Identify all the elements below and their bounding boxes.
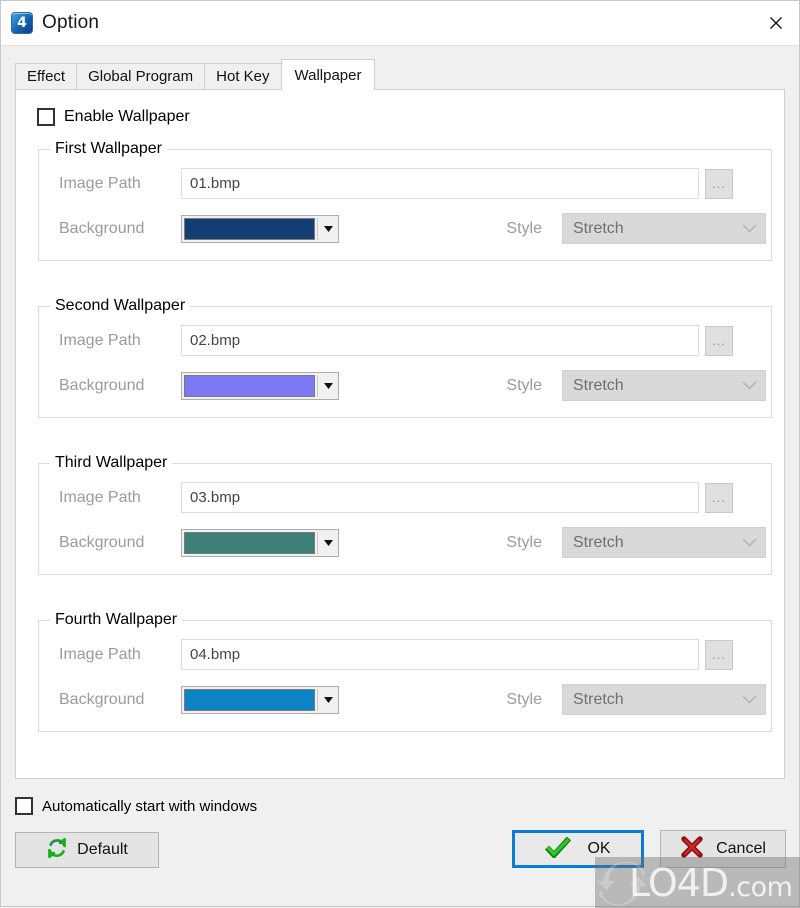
group-title: Second Wallpaper — [50, 297, 191, 315]
autostart-row[interactable]: Automatically start with windows — [15, 797, 257, 815]
image-path-label: Image Path — [59, 331, 141, 349]
divider — [317, 217, 318, 240]
chevron-down-icon — [742, 534, 757, 552]
group-third-wallpaper: Third Wallpaper Image Path 03.bmp ... Ba… — [38, 454, 772, 575]
app-logo-icon: 4 — [11, 12, 33, 34]
image-path-input[interactable]: 03.bmp — [181, 482, 699, 513]
background-color-picker[interactable] — [181, 528, 339, 557]
style-value: Stretch — [573, 219, 624, 237]
style-combobox[interactable]: Stretch — [562, 527, 766, 558]
group-title: Third Wallpaper — [50, 454, 173, 472]
style-combobox[interactable]: Stretch — [562, 370, 766, 401]
image-path-row: Image Path 03.bmp ... — [39, 482, 771, 513]
dialog-footer: Automatically start with windows Default… — [1, 779, 799, 906]
tab-wallpaper[interactable]: Wallpaper — [280, 59, 376, 90]
autostart-label: Automatically start with windows — [42, 797, 258, 815]
image-path-label: Image Path — [59, 645, 141, 663]
tab-hot-key[interactable]: Hot Key — [204, 63, 282, 89]
window-title: Option — [42, 12, 100, 33]
background-row: Background Style Stretch — [39, 527, 771, 558]
image-path-label: Image Path — [59, 174, 141, 192]
style-value: Stretch — [573, 690, 624, 708]
background-label: Background — [59, 219, 145, 237]
chevron-down-icon[interactable] — [320, 532, 336, 554]
ok-button[interactable]: OK — [512, 830, 644, 868]
image-path-input[interactable]: 02.bmp — [181, 325, 699, 356]
style-label: Style — [506, 219, 542, 237]
image-path-row: Image Path 01.bmp ... — [39, 168, 771, 199]
background-label: Background — [59, 376, 145, 394]
background-color-picker[interactable] — [181, 371, 339, 400]
cancel-button[interactable]: Cancel — [660, 830, 786, 868]
title-bar: 4 Option — [1, 1, 799, 46]
autostart-checkbox[interactable] — [15, 797, 33, 815]
enable-wallpaper-row[interactable]: Enable Wallpaper — [37, 108, 784, 126]
checkmark-icon — [545, 836, 572, 863]
cancel-button-label: Cancel — [716, 840, 766, 857]
color-swatch — [184, 531, 315, 554]
style-value: Stretch — [573, 533, 624, 551]
color-swatch — [184, 217, 315, 240]
tab-effect[interactable]: Effect — [15, 63, 78, 89]
background-color-picker[interactable] — [181, 685, 339, 714]
image-path-row: Image Path 04.bmp ... — [39, 639, 771, 670]
tab-global-program[interactable]: Global Program — [76, 63, 206, 89]
image-path-row: Image Path 02.bmp ... — [39, 325, 771, 356]
background-row: Background Style Stretch — [39, 370, 771, 401]
divider — [317, 374, 318, 397]
group-title: Fourth Wallpaper — [50, 611, 183, 629]
default-button-label: Default — [77, 841, 128, 858]
divider — [317, 531, 318, 554]
background-color-picker[interactable] — [181, 214, 339, 243]
style-combobox[interactable]: Stretch — [562, 684, 766, 715]
browse-button[interactable]: ... — [705, 325, 733, 356]
browse-button[interactable]: ... — [705, 639, 733, 670]
color-swatch — [184, 688, 315, 711]
wallpaper-tab-page: Enable Wallpaper First Wallpaper Image P… — [15, 89, 785, 779]
style-label: Style — [506, 533, 542, 551]
image-path-label: Image Path — [59, 488, 141, 506]
style-combobox[interactable]: Stretch — [562, 213, 766, 244]
x-mark-icon — [680, 835, 704, 863]
browse-button[interactable]: ... — [705, 482, 733, 513]
style-label: Style — [506, 376, 542, 394]
chevron-down-icon[interactable] — [320, 218, 336, 240]
background-label: Background — [59, 690, 145, 708]
enable-wallpaper-checkbox[interactable] — [37, 108, 55, 126]
background-row: Background Style Stretch — [39, 213, 771, 244]
default-button[interactable]: Default — [15, 832, 159, 868]
group-first-wallpaper: First Wallpaper Image Path 01.bmp ... Ba… — [38, 140, 772, 261]
color-swatch — [184, 374, 315, 397]
style-label: Style — [506, 690, 542, 708]
divider — [317, 688, 318, 711]
group-fourth-wallpaper: Fourth Wallpaper Image Path 04.bmp ... B… — [38, 611, 772, 732]
close-icon[interactable] — [753, 1, 799, 44]
chevron-down-icon — [742, 220, 757, 238]
tab-strip: Effect Global Program Hot Key Wallpaper — [15, 57, 799, 90]
ok-button-label: OK — [587, 840, 611, 857]
option-dialog: 4 Option Effect Global Program Hot Key W… — [0, 0, 800, 908]
enable-wallpaper-label: Enable Wallpaper — [64, 108, 190, 125]
group-second-wallpaper: Second Wallpaper Image Path 02.bmp ... B… — [38, 297, 772, 418]
chevron-down-icon[interactable] — [320, 689, 336, 711]
background-row: Background Style Stretch — [39, 684, 771, 715]
chevron-down-icon — [742, 377, 757, 395]
chevron-down-icon — [742, 691, 757, 709]
background-label: Background — [59, 533, 145, 551]
group-title: First Wallpaper — [50, 140, 167, 158]
style-value: Stretch — [573, 376, 624, 394]
browse-button[interactable]: ... — [705, 168, 733, 199]
image-path-input[interactable]: 04.bmp — [181, 639, 699, 670]
image-path-input[interactable]: 01.bmp — [181, 168, 699, 199]
refresh-icon — [46, 837, 68, 864]
chevron-down-icon[interactable] — [320, 375, 336, 397]
